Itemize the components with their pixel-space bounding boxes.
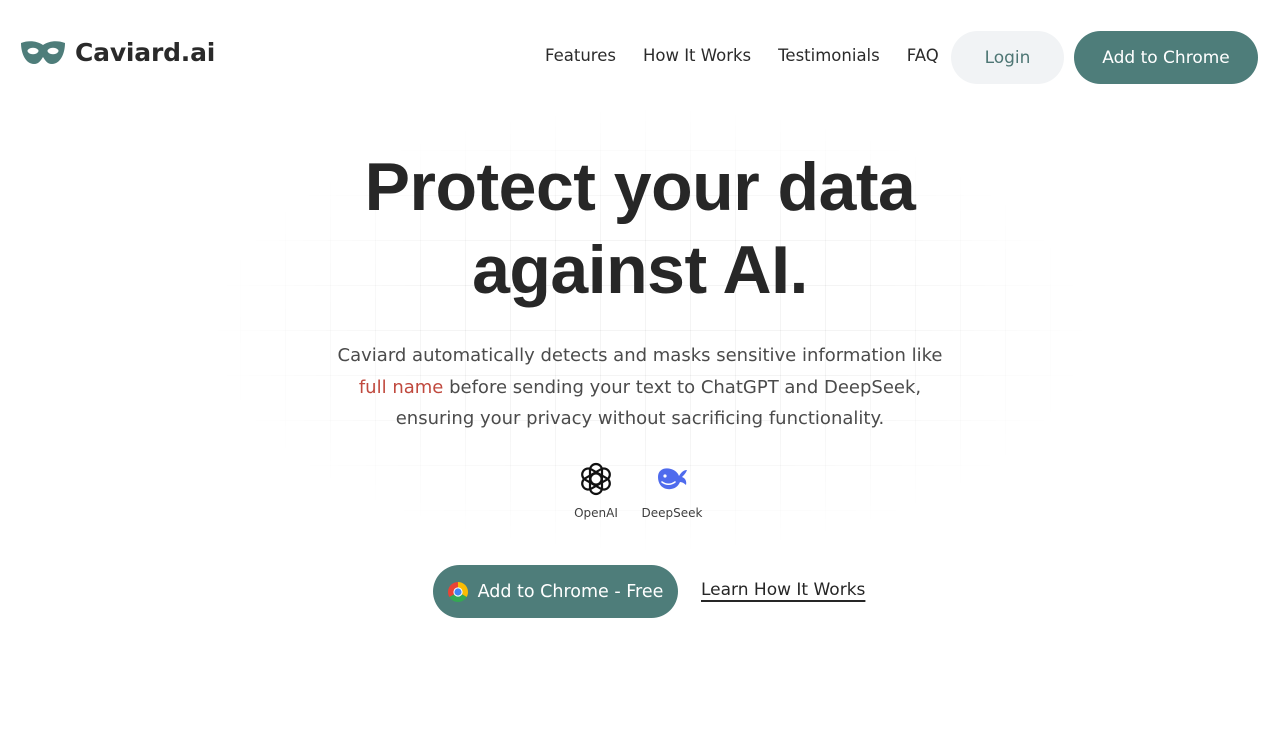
provider-label-openai: OpenAI	[574, 506, 618, 520]
subtitle-part-2: before sending your text to ChatGPT and …	[395, 376, 922, 430]
provider-deepseek: DeepSeek	[641, 461, 703, 520]
provider-label-deepseek: DeepSeek	[641, 506, 703, 520]
chrome-icon	[447, 581, 468, 602]
learn-how-it-works-link[interactable]: Learn How It Works	[701, 580, 865, 600]
provider-openai: OpenAI	[565, 461, 627, 520]
nav-links: Features How It Works Testimonials FAQ	[545, 46, 939, 65]
nav-link-how-it-works[interactable]: How It Works	[643, 46, 751, 65]
mask-icon	[21, 40, 65, 64]
login-button[interactable]: Login	[951, 31, 1064, 84]
deepseek-whale-icon	[658, 468, 687, 490]
add-to-chrome-free-label: Add to Chrome - Free	[477, 581, 664, 602]
landing-page: Caviard.ai Features How It Works Testimo…	[0, 0, 1280, 744]
subtitle-highlight: full name	[358, 376, 444, 398]
nav-link-testimonials[interactable]: Testimonials	[778, 46, 880, 65]
hero-title-line-2: against AI.	[472, 232, 808, 308]
hero-title-line-1: Protect your data	[364, 149, 916, 225]
add-to-chrome-button[interactable]: Add to Chrome	[1074, 31, 1258, 84]
hero-subtitle: Caviard automatically detects and masks …	[330, 340, 950, 435]
hero-title: Protect your data against AI.	[240, 146, 1040, 312]
brand-name: Caviard.ai	[75, 38, 216, 67]
subtitle-part-1: Caviard automatically detects and masks …	[337, 345, 943, 366]
nav-link-features[interactable]: Features	[545, 46, 616, 65]
brand-link[interactable]: Caviard.ai	[20, 38, 215, 67]
openai-icon	[581, 462, 611, 496]
supported-providers: OpenAI DeepSeek	[565, 461, 703, 520]
add-to-chrome-free-button[interactable]: Add to Chrome - Free	[433, 565, 678, 618]
top-navigation: Caviard.ai Features How It Works Testimo…	[0, 0, 1280, 114]
nav-link-faq[interactable]: FAQ	[907, 46, 939, 65]
